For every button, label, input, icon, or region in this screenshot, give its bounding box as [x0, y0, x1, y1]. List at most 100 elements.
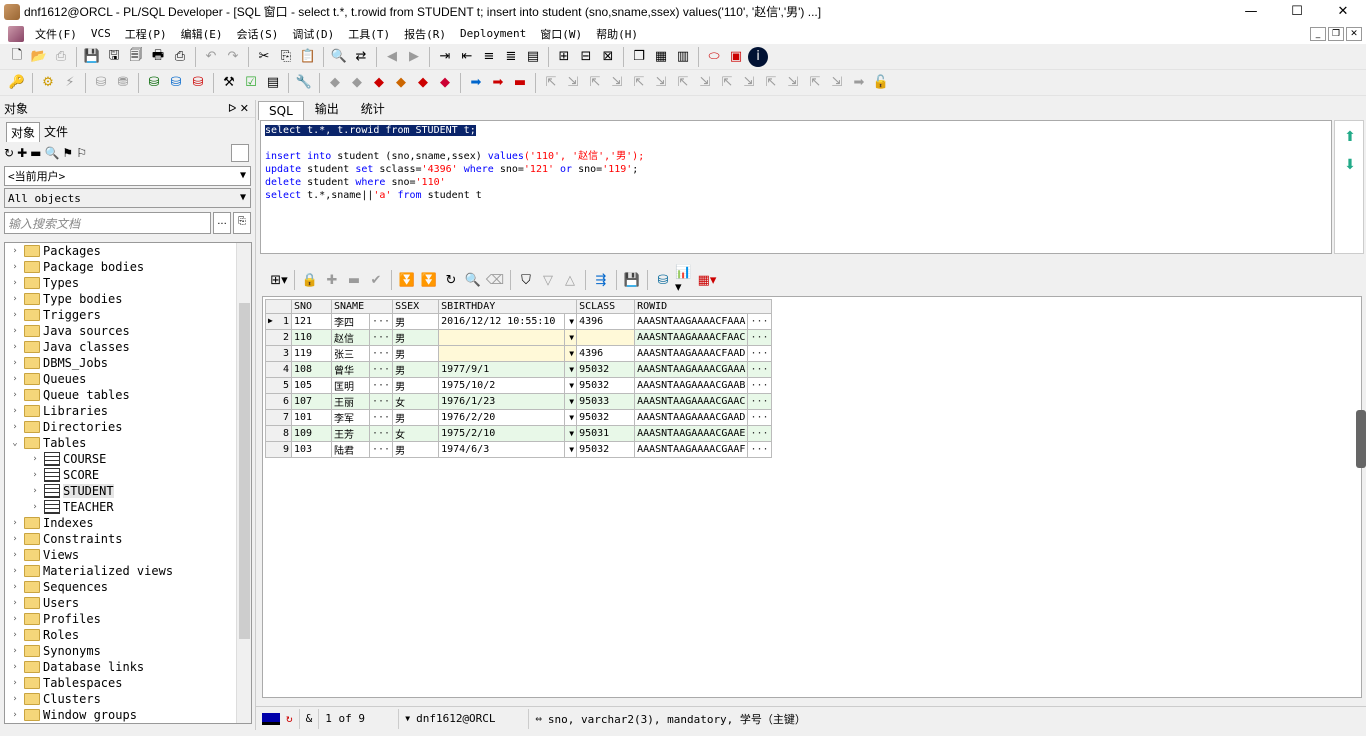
mdi-restore-button[interactable]: ❐	[1328, 26, 1344, 41]
chevron-right-icon[interactable]: ›	[9, 278, 21, 288]
refresh-icon[interactable]: ↻	[441, 270, 461, 290]
stop-icon[interactable]: ▬	[510, 73, 530, 93]
tree-folder-item[interactable]: › Indexes	[5, 515, 251, 531]
nav-5-icon[interactable]: ⇱	[629, 73, 649, 93]
date-dropdown[interactable]: ▼	[564, 409, 578, 426]
chevron-right-icon[interactable]: ›	[9, 262, 21, 272]
cell-sno[interactable]: 101	[291, 409, 332, 426]
nav-12-icon[interactable]: ⇲	[783, 73, 803, 93]
nav-13-icon[interactable]: ⇱	[805, 73, 825, 93]
cell-ssex[interactable]: 女	[392, 425, 440, 442]
chevron-right-icon[interactable]: ›	[9, 582, 21, 592]
tree-folder-item[interactable]: › Roles	[5, 627, 251, 643]
cell-rowid[interactable]: AAASNTAAGAAAACGAAC	[634, 393, 749, 410]
pin-close-icon[interactable]: ᐅ ✕	[228, 102, 249, 115]
window-list-icon[interactable]: ▥	[673, 47, 693, 67]
chevron-right-icon[interactable]: ›	[9, 358, 21, 368]
date-dropdown[interactable]: ▼	[564, 441, 578, 458]
col-sno[interactable]: SNO	[291, 299, 332, 314]
indent-icon[interactable]: ⇥	[435, 47, 455, 67]
cell-rowid[interactable]: AAASNTAAGAAAACGAAA	[634, 361, 749, 378]
outdent-icon[interactable]: ⇤	[457, 47, 477, 67]
code-assist-icon[interactable]: ⊟	[576, 47, 596, 67]
cell-sname[interactable]: 李四	[331, 313, 370, 330]
clear-icon[interactable]: ⌫	[485, 270, 505, 290]
chevron-right-icon[interactable]: ›	[9, 390, 21, 400]
debug-step-into-icon[interactable]: ◆	[391, 73, 411, 93]
tools-icon[interactable]: 🔧	[294, 73, 314, 93]
menu-deployment[interactable]: Deployment	[453, 27, 533, 40]
ellipsis-button[interactable]: ···	[747, 441, 772, 458]
cell-sbirthday[interactable]: 1975/10/2	[438, 377, 566, 394]
nav-15-icon[interactable]: ➡	[849, 73, 869, 93]
tab-statistics[interactable]: 统计	[350, 97, 396, 120]
tree-folder-item[interactable]: › DBMS_Jobs	[5, 355, 251, 371]
nav-6-icon[interactable]: ⇲	[651, 73, 671, 93]
replace-icon[interactable]: ⇄	[351, 47, 371, 67]
col-sclass[interactable]: SCLASS	[576, 299, 636, 314]
cell-ssex[interactable]: 男	[392, 361, 440, 378]
cell-sname[interactable]: 李军	[331, 409, 370, 426]
chevron-right-icon[interactable]: ›	[29, 502, 41, 512]
ellipsis-button[interactable]: ···	[368, 329, 394, 346]
table-row[interactable]: 2 110 赵信 ··· 男 ▼ AAASNTAAGAAAACFAAC ···	[265, 329, 772, 346]
chart-icon[interactable]: 📊▾	[675, 265, 695, 295]
ellipsis-button[interactable]: ···	[368, 441, 394, 458]
chevron-down-icon[interactable]: ⌄	[9, 438, 21, 448]
tree-folder-item[interactable]: › Java sources	[5, 323, 251, 339]
tree-folder-item[interactable]: › Libraries	[5, 403, 251, 419]
save-all-icon[interactable]: 🗐	[126, 47, 146, 67]
ellipsis-button[interactable]: ···	[747, 361, 772, 378]
remove-icon[interactable]: ▬	[30, 146, 41, 160]
table-row[interactable]: 3 119 张三 ··· 男 ▼ 4396 AAASNTAAGAAAACFAAD ···	[265, 345, 772, 362]
cell-sno[interactable]: 107	[291, 393, 332, 410]
maximize-button[interactable]: ☐	[1274, 0, 1320, 23]
menu-reports[interactable]: 报告(R)	[397, 26, 453, 42]
tree-table-item[interactable]: › SCORE	[5, 467, 251, 483]
tree-folder-item[interactable]: ⌄ Tables	[5, 435, 251, 451]
ellipsis-button[interactable]: ···	[368, 425, 394, 442]
debug-step-out-icon[interactable]: ◆	[435, 73, 455, 93]
chevron-right-icon[interactable]: ›	[9, 406, 21, 416]
back-icon[interactable]: ◀	[382, 47, 402, 67]
arrow-down-icon[interactable]: ⬇	[1342, 157, 1358, 173]
nav-11-icon[interactable]: ⇱	[761, 73, 781, 93]
window-cascade-icon[interactable]: ❐	[629, 47, 649, 67]
tree-folder-item[interactable]: › Java classes	[5, 339, 251, 355]
ellipsis-button[interactable]: ···	[368, 345, 394, 362]
cell-ssex[interactable]: 男	[392, 329, 440, 346]
tree-table-item[interactable]: › STUDENT	[5, 483, 251, 499]
ellipsis-button[interactable]: ···	[368, 393, 394, 410]
cell-sbirthday[interactable]: 2016/12/12 10:55:10	[438, 313, 566, 330]
nav-3-icon[interactable]: ⇱	[585, 73, 605, 93]
cell-sclass[interactable]: 95032	[576, 441, 636, 458]
tree-folder-item[interactable]: › Profiles	[5, 611, 251, 627]
table-row[interactable]: 5 105 匡明 ··· 男 1975/10/2 ▼ 95032 AAASNTAAGAAAACG…	[265, 377, 772, 394]
menu-vcs[interactable]: VCS	[84, 27, 118, 40]
ellipsis-button[interactable]: ···	[747, 393, 772, 410]
ellipsis-button[interactable]: ···	[368, 361, 394, 378]
sql-window-icon[interactable]: ⛁	[144, 73, 164, 93]
cell-rowid[interactable]: AAASNTAAGAAAACGAAD	[634, 409, 749, 426]
single-record-view-icon[interactable]: ⇶	[591, 270, 611, 290]
tree-folder-item[interactable]: › Tablespaces	[5, 675, 251, 691]
tree-folder-item[interactable]: › Synonyms	[5, 643, 251, 659]
cell-ssex[interactable]: 男	[392, 377, 440, 394]
tree-folder-item[interactable]: › Directories	[5, 419, 251, 435]
menu-project[interactable]: 工程(P)	[118, 26, 174, 42]
cell-rowid[interactable]: AAASNTAAGAAAACFAAC	[634, 329, 749, 346]
nav-8-icon[interactable]: ⇲	[695, 73, 715, 93]
ellipsis-button[interactable]: ···	[747, 377, 772, 394]
tree-folder-item[interactable]: › Queue tables	[5, 387, 251, 403]
chevron-right-icon[interactable]: ›	[9, 678, 21, 688]
table-row[interactable]: 7 101 李军 ··· 男 1976/2/20 ▼ 95032 AAASNTAAGAAAACG…	[265, 409, 772, 426]
execute-icon[interactable]: ⚙	[38, 73, 58, 93]
tab-sql[interactable]: SQL	[258, 101, 304, 120]
menu-file[interactable]: 文件(F)	[28, 26, 84, 42]
nav-4-icon[interactable]: ⇲	[607, 73, 627, 93]
menu-help[interactable]: 帮助(H)	[589, 26, 645, 42]
cell-sbirthday[interactable]: 1976/1/23	[438, 393, 566, 410]
table-row[interactable]: 4 108 曾华 ··· 男 1977/9/1 ▼ 95032 AAASNTAAGAAAACGA…	[265, 361, 772, 378]
chevron-right-icon[interactable]: ›	[9, 630, 21, 640]
chevron-right-icon[interactable]: ›	[9, 422, 21, 432]
